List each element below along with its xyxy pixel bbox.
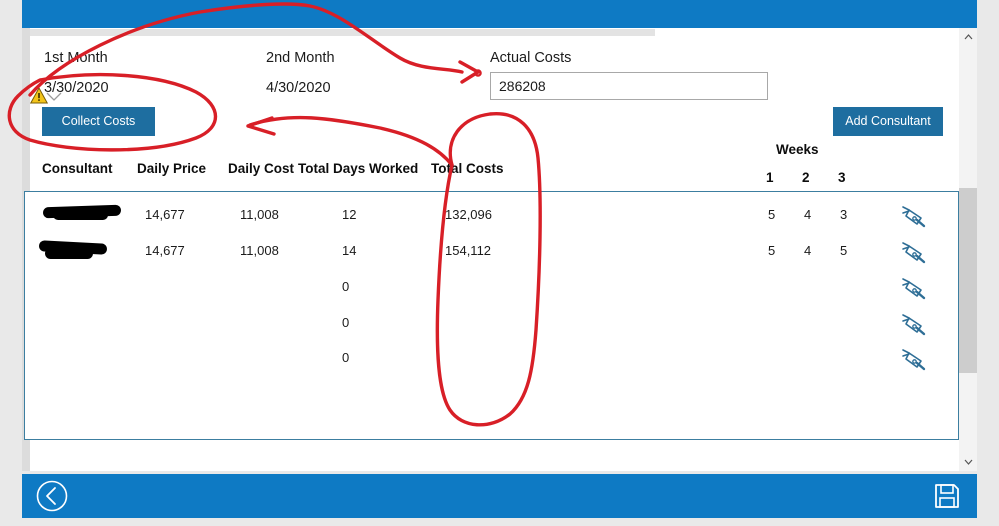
- cell-total-costs: 154,112: [445, 243, 492, 258]
- column-header-daily-cost: Daily Cost: [228, 161, 295, 176]
- cell-week-1: 5: [768, 243, 776, 258]
- scrollbar-thumb[interactable]: [959, 188, 977, 373]
- cell-total-days-worked: 0: [342, 315, 350, 330]
- chevron-down-icon[interactable]: [46, 92, 62, 101]
- week-column-header-3: 3: [838, 170, 846, 185]
- pen-edit-icon[interactable]: [899, 344, 929, 374]
- cell-week-2: 4: [804, 207, 812, 222]
- chevron-up-icon[interactable]: [959, 28, 977, 46]
- chevron-down-icon[interactable]: [959, 453, 977, 471]
- cell-total-days-worked: 14: [342, 243, 357, 258]
- cell-week-1: 5: [768, 207, 776, 222]
- cell-total-days-worked: 0: [342, 279, 350, 294]
- redaction-mark: [45, 248, 93, 259]
- add-consultant-button[interactable]: Add Consultant: [833, 107, 943, 136]
- second-month-date-value[interactable]: 4/30/2020: [266, 80, 331, 96]
- cell-total-days-worked: 12: [342, 207, 357, 222]
- first-month-label: 1st Month: [44, 50, 108, 66]
- vertical-scrollbar[interactable]: [959, 28, 977, 471]
- back-chevron-circle-icon[interactable]: [36, 480, 68, 512]
- top-app-bar: [22, 0, 977, 28]
- redaction-mark: [53, 210, 108, 220]
- column-header-total-costs: Total Costs: [431, 161, 504, 176]
- cell-total-days-worked: 0: [342, 350, 350, 365]
- warning-triangle-icon: [29, 86, 49, 104]
- pen-edit-icon[interactable]: [899, 237, 929, 267]
- cell-week-2: 4: [804, 243, 812, 258]
- column-header-total-days-worked: Total Days Worked: [298, 161, 419, 176]
- pen-edit-icon[interactable]: [899, 273, 929, 303]
- cell-daily-cost: 11,008: [240, 207, 279, 222]
- cell-daily-price: 14,677: [145, 243, 185, 258]
- cell-daily-cost: 11,008: [240, 243, 279, 258]
- cell-week-3: 5: [840, 243, 848, 258]
- pen-edit-icon[interactable]: [899, 201, 929, 231]
- bottom-toolbar: [22, 474, 977, 518]
- header-divider-strip: [30, 29, 655, 36]
- pen-edit-icon[interactable]: [899, 309, 929, 339]
- actual-costs-input[interactable]: [490, 72, 768, 100]
- cell-daily-price: 14,677: [145, 207, 185, 222]
- cell-total-costs: 132,096: [445, 207, 492, 222]
- column-header-daily-price: Daily Price: [137, 161, 207, 176]
- consultants-table: 14,677 11,008 12 132,096 5 4 3 14,677 11…: [24, 191, 959, 440]
- save-floppy-icon[interactable]: [933, 482, 961, 510]
- actual-costs-label: Actual Costs: [490, 50, 572, 66]
- week-column-header-1: 1: [766, 170, 774, 185]
- cell-week-3: 3: [840, 207, 848, 222]
- column-header-consultant: Consultant: [42, 161, 113, 176]
- application-window: 1st Month 3/30/2020 2nd Month 4/30/2020 …: [0, 0, 999, 526]
- collect-costs-button[interactable]: Collect Costs: [42, 107, 155, 136]
- weeks-group-label: Weeks: [776, 142, 819, 157]
- week-column-header-2: 2: [802, 170, 810, 185]
- second-month-label: 2nd Month: [266, 50, 335, 66]
